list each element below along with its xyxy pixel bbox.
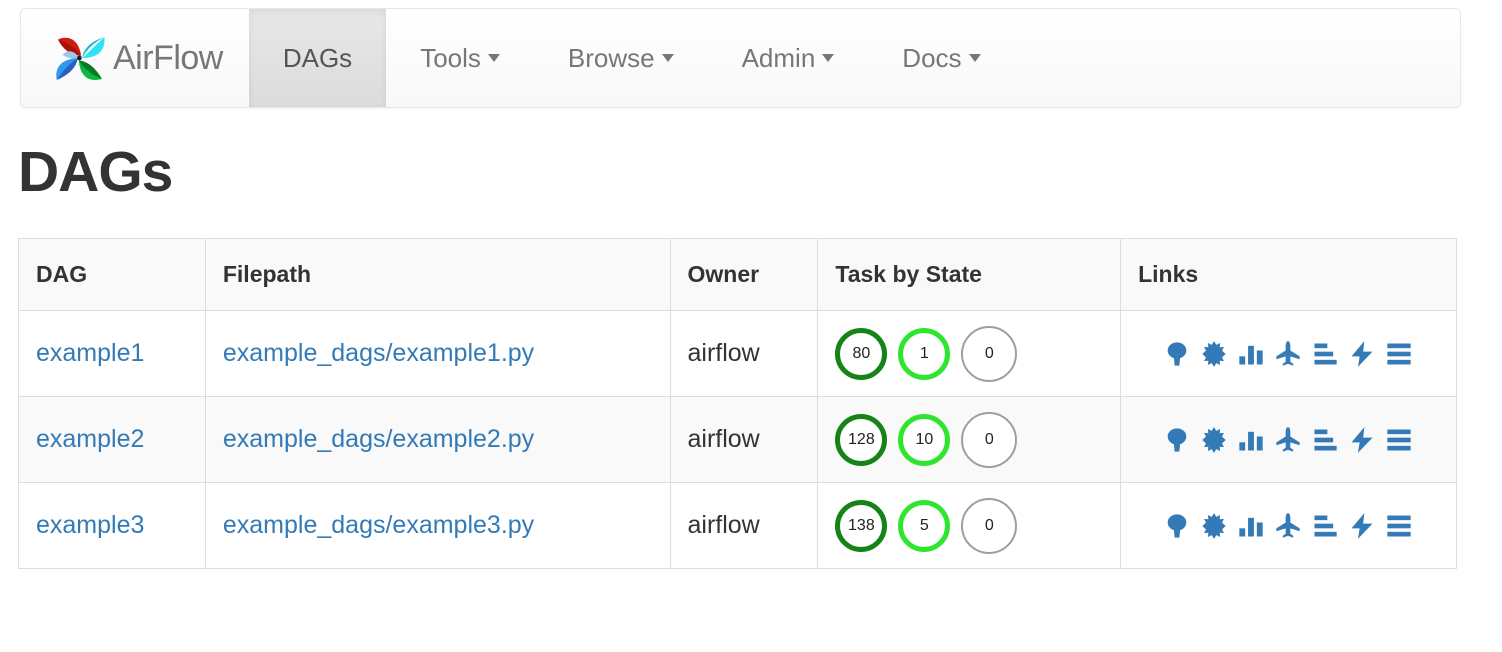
nav-item-dags-label: DAGs	[283, 43, 352, 74]
owner-value: airflow	[688, 339, 760, 367]
state-badge-failed[interactable]: 0	[961, 326, 1017, 382]
cell-owner: airflow	[670, 311, 818, 397]
table-row: example3 example_dags/example3.py airflo…	[19, 483, 1457, 569]
brand-home-link[interactable]: AirFlow	[21, 9, 249, 107]
landing-times-icon[interactable]	[1347, 339, 1377, 369]
column-header-dag: DAG	[19, 239, 206, 311]
link-icon-group	[1138, 339, 1438, 369]
filepath-link[interactable]: example_dags/example2.py	[223, 425, 534, 453]
chevron-down-icon	[662, 54, 674, 62]
gantt-chart-icon[interactable]	[1273, 425, 1303, 455]
nav-item-browse-label: Browse	[568, 43, 655, 74]
nav-item-admin-label: Admin	[742, 43, 816, 74]
state-badge-success[interactable]: 138	[835, 500, 887, 552]
owner-value: airflow	[688, 511, 760, 539]
tree-view-icon[interactable]	[1162, 339, 1192, 369]
dags-page: AirFlow DAGs Tools Browse	[0, 0, 1502, 652]
state-badge-running[interactable]: 10	[898, 414, 950, 466]
tree-view-icon[interactable]	[1162, 425, 1192, 455]
state-circle-group: 128 10 0	[835, 412, 1102, 468]
chevron-down-icon	[969, 54, 981, 62]
landing-times-icon[interactable]	[1347, 425, 1377, 455]
chevron-down-icon	[822, 54, 834, 62]
cell-filepath: example_dags/example2.py	[205, 397, 670, 483]
gantt-chart-icon[interactable]	[1273, 339, 1303, 369]
nav-item-admin-wrapper: Admin	[708, 9, 869, 107]
chevron-down-icon	[488, 54, 500, 62]
cell-links	[1121, 397, 1457, 483]
details-list-icon[interactable]	[1384, 339, 1414, 369]
state-badge-failed[interactable]: 0	[961, 412, 1017, 468]
cell-filepath: example_dags/example3.py	[205, 483, 670, 569]
cell-dag: example1	[19, 311, 206, 397]
gantt-chart-icon[interactable]	[1273, 511, 1303, 541]
nav-item-dags[interactable]: DAGs	[249, 9, 386, 107]
cell-links	[1121, 311, 1457, 397]
cell-dag: example2	[19, 397, 206, 483]
state-badge-success[interactable]: 128	[835, 414, 887, 466]
cell-filepath: example_dags/example1.py	[205, 311, 670, 397]
nav-item-docs-wrapper: Docs	[868, 9, 1014, 107]
task-tries-icon[interactable]	[1310, 511, 1340, 541]
graph-view-icon[interactable]	[1199, 511, 1229, 541]
task-duration-chart-icon[interactable]	[1236, 511, 1266, 541]
details-list-icon[interactable]	[1384, 425, 1414, 455]
details-list-icon[interactable]	[1384, 511, 1414, 541]
nav-item-admin[interactable]: Admin	[708, 9, 869, 107]
nav-item-docs-label: Docs	[902, 43, 961, 74]
dag-link[interactable]: example1	[36, 339, 144, 367]
dags-table-container: DAG Filepath Owner Task by State Links e…	[18, 238, 1457, 569]
cell-owner: airflow	[670, 483, 818, 569]
filepath-link[interactable]: example_dags/example3.py	[223, 511, 534, 539]
brand-name: AirFlow	[113, 41, 223, 75]
task-duration-chart-icon[interactable]	[1236, 339, 1266, 369]
nav-item-browse[interactable]: Browse	[534, 9, 708, 107]
table-body: example1 example_dags/example1.py airflo…	[19, 311, 1457, 569]
state-badge-success[interactable]: 80	[835, 328, 887, 380]
state-circle-group: 80 1 0	[835, 326, 1102, 382]
state-badge-failed[interactable]: 0	[961, 498, 1017, 554]
dag-link[interactable]: example3	[36, 511, 144, 539]
nav-item-browse-wrapper: Browse	[534, 9, 708, 107]
table-head: DAG Filepath Owner Task by State Links	[19, 239, 1457, 311]
table-row: example2 example_dags/example2.py airflo…	[19, 397, 1457, 483]
state-circle-group: 138 5 0	[835, 498, 1102, 554]
state-badge-running[interactable]: 1	[898, 328, 950, 380]
graph-view-icon[interactable]	[1199, 339, 1229, 369]
link-icon-group	[1138, 425, 1438, 455]
cell-task-by-state: 128 10 0	[818, 397, 1121, 483]
owner-value: airflow	[688, 425, 760, 453]
column-header-task-by-state: Task by State	[818, 239, 1121, 311]
column-header-filepath: Filepath	[205, 239, 670, 311]
nav-item-dags-wrapper: DAGs	[249, 9, 386, 107]
landing-times-icon[interactable]	[1347, 511, 1377, 541]
cell-task-by-state: 80 1 0	[818, 311, 1121, 397]
task-tries-icon[interactable]	[1310, 339, 1340, 369]
state-badge-running[interactable]: 5	[898, 500, 950, 552]
cell-task-by-state: 138 5 0	[818, 483, 1121, 569]
link-icon-group	[1138, 511, 1438, 541]
cell-dag: example3	[19, 483, 206, 569]
column-header-links: Links	[1121, 239, 1457, 311]
nav-list: DAGs Tools Browse Admin	[249, 9, 1015, 107]
dags-table: DAG Filepath Owner Task by State Links e…	[18, 238, 1457, 569]
column-header-owner: Owner	[670, 239, 818, 311]
nav-item-docs[interactable]: Docs	[868, 9, 1014, 107]
nav-item-tools[interactable]: Tools	[386, 9, 534, 107]
filepath-link[interactable]: example_dags/example1.py	[223, 339, 534, 367]
graph-view-icon[interactable]	[1199, 425, 1229, 455]
dag-link[interactable]: example2	[36, 425, 144, 453]
cell-links	[1121, 483, 1457, 569]
main-navbar: AirFlow DAGs Tools Browse	[20, 8, 1461, 108]
page-title: DAGs	[18, 144, 172, 201]
cell-owner: airflow	[670, 397, 818, 483]
table-header-row: DAG Filepath Owner Task by State Links	[19, 239, 1457, 311]
nav-item-tools-wrapper: Tools	[386, 9, 534, 107]
nav-item-tools-label: Tools	[420, 43, 481, 74]
task-tries-icon[interactable]	[1310, 425, 1340, 455]
tree-view-icon[interactable]	[1162, 511, 1192, 541]
task-duration-chart-icon[interactable]	[1236, 425, 1266, 455]
table-row: example1 example_dags/example1.py airflo…	[19, 311, 1457, 397]
airflow-pinwheel-logo-icon	[49, 29, 111, 87]
